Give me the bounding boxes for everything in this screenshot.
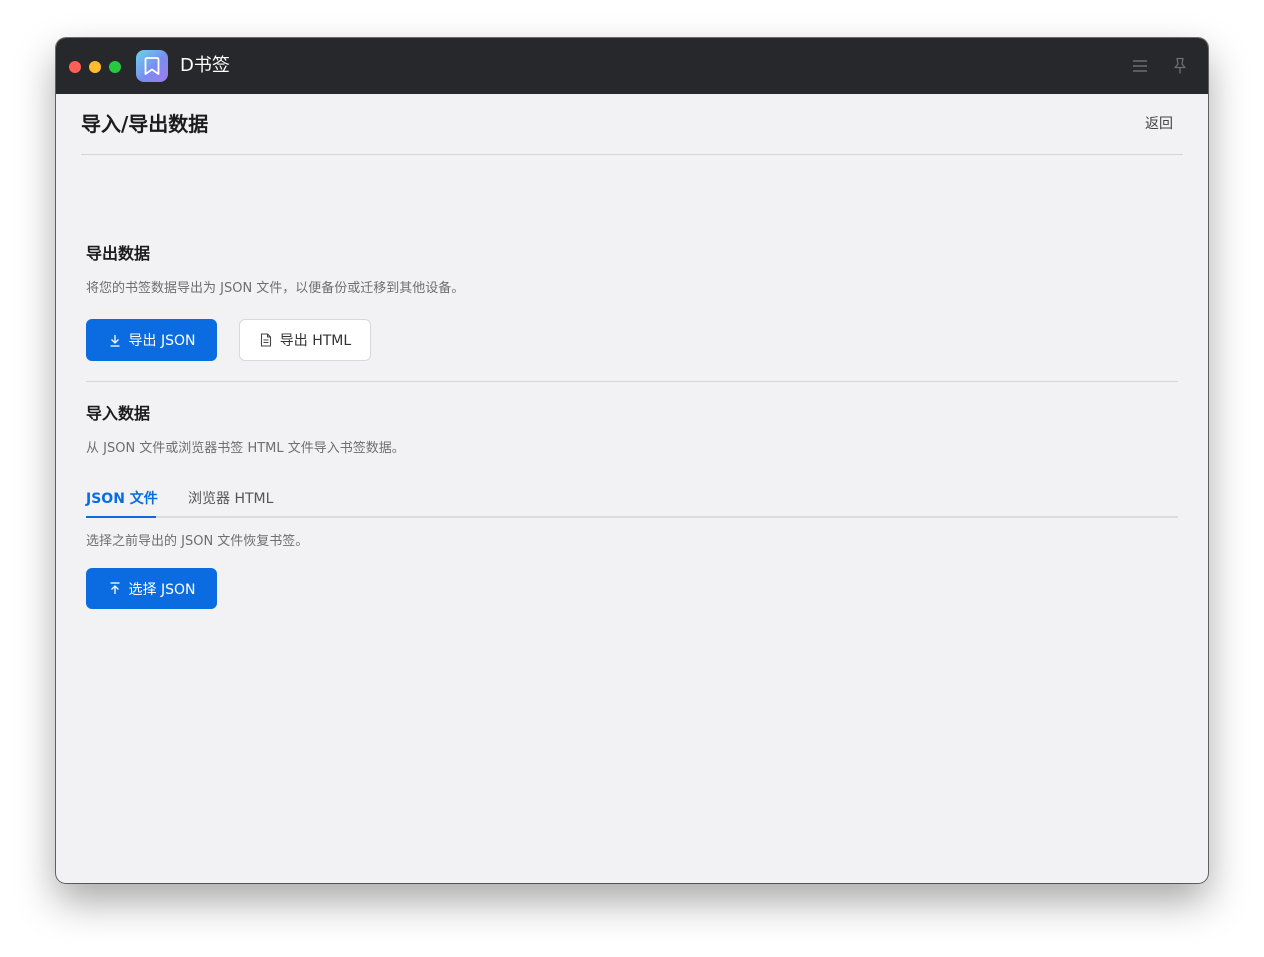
minimize-window-button[interactable] [89, 61, 101, 73]
app-window: D书签 导入/导出数据 返回 导出数据 将您的书签数据导出为 JSON 文件，以… [56, 38, 1208, 883]
select-json-button[interactable]: 选择 JSON [86, 568, 217, 609]
active-tab-indicator [86, 516, 156, 518]
select-json-label: 选择 JSON [128, 581, 196, 598]
back-button[interactable]: 返回 [1145, 114, 1173, 134]
download-icon [108, 333, 122, 347]
export-html-button[interactable]: 导出 HTML [239, 319, 371, 361]
menu-icon[interactable] [1130, 56, 1150, 76]
import-section-description: 从 JSON 文件或浏览器书签 HTML 文件导入书签数据。 [86, 441, 405, 456]
export-html-label: 导出 HTML [279, 333, 352, 349]
export-json-label: 导出 JSON [128, 333, 196, 349]
upload-icon [108, 582, 122, 596]
close-window-button[interactable] [69, 61, 81, 73]
maximize-window-button[interactable] [109, 61, 121, 73]
export-section-title: 导出数据 [86, 244, 151, 263]
title-bar: D书签 [56, 38, 1208, 94]
app-title: D书签 [180, 55, 230, 76]
export-json-button[interactable]: 导出 JSON [86, 319, 217, 361]
import-tabs: JSON 文件 浏览器 HTML [86, 483, 1178, 518]
export-section-description: 将您的书签数据导出为 JSON 文件，以便备份或迁移到其他设备。 [86, 281, 465, 296]
main-content: 导入/导出数据 返回 导出数据 将您的书签数据导出为 JSON 文件，以便备份或… [56, 94, 1208, 883]
page-header: 导入/导出数据 返回 [81, 94, 1183, 155]
tab-json-file[interactable]: JSON 文件 [86, 489, 158, 509]
tab-browser-html[interactable]: 浏览器 HTML [188, 489, 273, 509]
file-icon [259, 333, 273, 347]
import-section-title: 导入数据 [86, 404, 151, 423]
bookmark-icon [136, 50, 168, 82]
pin-icon[interactable] [1170, 56, 1190, 76]
tab-description: 选择之前导出的 JSON 文件恢复书签。 [86, 534, 309, 549]
page-title: 导入/导出数据 [81, 112, 209, 136]
section-divider [86, 381, 1178, 382]
